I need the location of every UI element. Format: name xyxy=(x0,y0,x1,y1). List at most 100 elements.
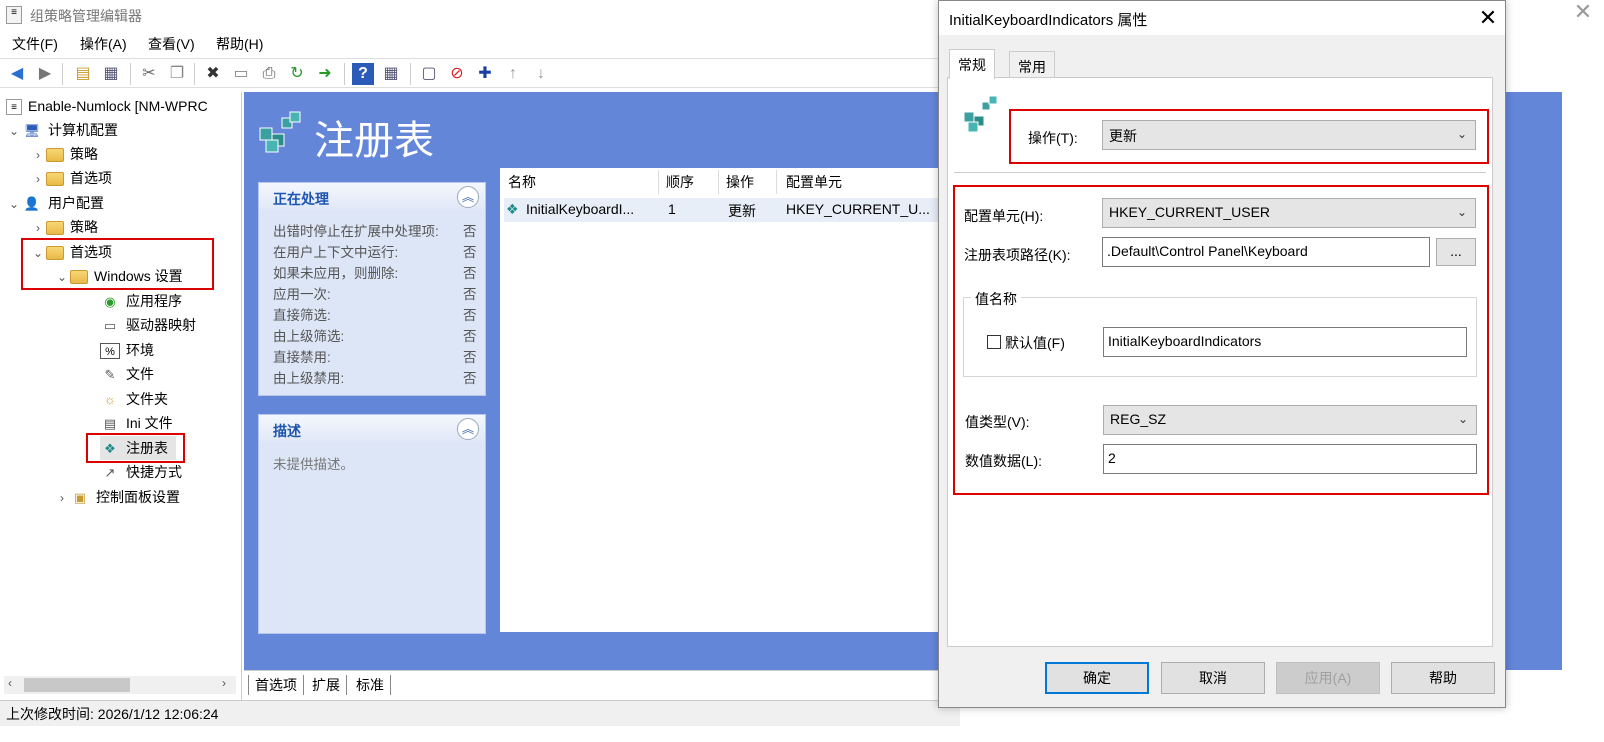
column-order[interactable]: 顺序 xyxy=(666,172,694,192)
tree-user-policy[interactable]: › 策略 xyxy=(30,215,98,239)
cancel-button[interactable]: 取消 xyxy=(1161,662,1265,694)
processing-label: 如果未应用，则删除: xyxy=(273,266,399,281)
menu-file[interactable]: 文件(F) xyxy=(12,34,58,54)
processing-value: 否 xyxy=(463,329,477,344)
tree-root[interactable]: ≡ Enable-Numlock [NM-WPRC xyxy=(6,94,208,118)
chevron-down-icon[interactable]: ⌄ xyxy=(6,192,22,216)
chevron-right-icon[interactable]: › xyxy=(30,143,46,167)
refresh-icon[interactable]: ↻ xyxy=(286,63,308,85)
navigation-tree: ≡ Enable-Numlock [NM-WPRC ⌄ 🖥 计算机配置 › 策略 › 首选… xyxy=(0,92,242,712)
row-action: 更新 xyxy=(728,203,756,219)
chevron-right-icon[interactable]: › xyxy=(54,486,70,510)
column-name[interactable]: 名称 xyxy=(508,172,536,192)
scroll-right-icon[interactable]: › xyxy=(222,676,226,690)
export-icon[interactable]: ➜ xyxy=(314,63,336,85)
menu-view[interactable]: 查看(V) xyxy=(148,34,195,54)
delete-icon[interactable]: ✖ xyxy=(202,63,224,85)
tree-item-ini-files[interactable]: ▤ Ini 文件 xyxy=(100,411,173,435)
chevron-down-icon[interactable]: ⌄ xyxy=(6,119,22,143)
tree-computer-config[interactable]: ⌄ 🖥 计算机配置 xyxy=(6,118,118,142)
tree-computer-prefs[interactable]: › 首选项 xyxy=(30,166,112,190)
processing-label: 出错时停止在扩展中处理项: xyxy=(273,224,439,239)
folder-gear-icon: ☼ xyxy=(104,392,116,408)
gpo-icon: ≡ xyxy=(6,99,22,116)
tree-label: Ini 文件 xyxy=(126,415,173,431)
back-icon[interactable]: ◀ xyxy=(6,63,28,85)
tab-common[interactable]: 常用 xyxy=(1009,51,1055,79)
scroll-left-icon[interactable]: ‹ xyxy=(8,676,12,690)
tab-preferences[interactable]: 首选项 xyxy=(248,675,304,695)
tree-label: 用户配置 xyxy=(48,195,104,211)
folder-icon xyxy=(46,221,64,236)
processing-value: 否 xyxy=(463,266,477,281)
status-bar: 上次修改时间: 2026/1/12 12:06:24 xyxy=(0,700,960,726)
menu-action[interactable]: 操作(A) xyxy=(80,34,127,54)
help-icon[interactable]: ? xyxy=(352,63,374,85)
help-button[interactable]: 帮助 xyxy=(1391,662,1495,694)
move-down-icon[interactable]: ↓ xyxy=(530,63,552,85)
forward-icon[interactable]: ▶ xyxy=(34,63,56,85)
dialog-close-icon[interactable]: ✕ xyxy=(1473,3,1503,33)
tree-item-environment[interactable]: % 环境 xyxy=(100,338,154,362)
tree-item-files[interactable]: ✎ 文件 xyxy=(100,362,154,386)
add-icon[interactable]: ✚ xyxy=(474,63,496,85)
tab-general[interactable]: 常规 xyxy=(949,49,995,79)
collapse-icon[interactable]: ︽ xyxy=(457,186,479,208)
bottom-tabs: 首选项 扩展 标准 xyxy=(244,670,944,698)
ini-file-icon: ▤ xyxy=(103,416,117,432)
processing-value: 否 xyxy=(463,224,477,239)
tree-user-config[interactable]: ⌄ 👤 用户配置 xyxy=(6,191,104,215)
tree-item-folders[interactable]: ☼ 文件夹 xyxy=(100,387,168,411)
highlight-box xyxy=(86,433,185,463)
tree-root-label: Enable-Numlock [NM-WPRC xyxy=(28,98,208,114)
properties-icon[interactable]: ▭ xyxy=(230,63,252,85)
scrollbar-thumb[interactable] xyxy=(24,678,130,692)
user-icon: 👤 xyxy=(23,196,41,212)
copy-icon[interactable]: ❐ xyxy=(166,63,188,85)
apply-button[interactable]: 应用(A) xyxy=(1276,662,1380,694)
up-folder-icon[interactable]: ▤ xyxy=(72,63,94,85)
tree-label: 快捷方式 xyxy=(126,464,182,480)
view-icon[interactable]: ▦ xyxy=(380,63,402,85)
highlight-box xyxy=(21,238,214,290)
application-icon: ◉ xyxy=(104,294,116,310)
page-title: 注册表 xyxy=(314,119,434,163)
show-tree-icon[interactable]: ▦ xyxy=(100,63,122,85)
stop-icon[interactable]: ⊘ xyxy=(446,63,468,85)
computer-icon: 🖥 xyxy=(23,123,41,139)
menu-help[interactable]: 帮助(H) xyxy=(216,34,263,54)
print-icon[interactable]: ⎙ xyxy=(258,63,280,85)
ok-button[interactable]: 确定 xyxy=(1045,662,1149,694)
processing-header: 正在处理 xyxy=(259,183,485,211)
column-hive[interactable]: 配置单元 xyxy=(786,172,842,192)
item-list: 名称 顺序 操作 配置单元 xyxy=(500,168,940,632)
chevron-right-icon[interactable]: › xyxy=(30,167,46,191)
tab-standard[interactable]: 标准 xyxy=(350,675,391,695)
tree-item-shortcuts[interactable]: ↗ 快捷方式 xyxy=(100,460,182,484)
processing-value: 否 xyxy=(463,245,477,260)
registry-large-icon xyxy=(256,110,304,154)
tree-item-applications[interactable]: ◉ 应用程序 xyxy=(100,289,182,313)
processing-value: 否 xyxy=(463,371,477,386)
column-action[interactable]: 操作 xyxy=(726,172,754,192)
tree-item-drive-maps[interactable]: ▭ 驱动器映射 xyxy=(100,313,196,337)
properties-dialog: InitialKeyboardIndicators 属性 ✕ 常规 常用 操作(… xyxy=(938,0,1506,708)
tree-control-panel[interactable]: › ▣ 控制面板设置 xyxy=(54,485,180,509)
tab-extended[interactable]: 扩展 xyxy=(306,675,347,695)
tree-label: 计算机配置 xyxy=(48,122,118,138)
shortcut-icon: ↗ xyxy=(104,465,116,481)
move-up-icon[interactable]: ↑ xyxy=(502,63,524,85)
tree-computer-policy[interactable]: › 策略 xyxy=(30,142,98,166)
table-row[interactable]: ❖ InitialKeyboardI... 1 更新 HKEY_CURRENT_… xyxy=(504,198,940,222)
processing-label: 应用一次: xyxy=(273,287,331,302)
tree-label: 策略 xyxy=(70,146,98,162)
toolbar: ◀ ▶ ▤ ▦ ✂ ❐ ✖ ▭ ⎙ ↻ ➜ ? ▦ ▢ ⊘ ✚ ↑ ↓ xyxy=(0,58,960,88)
new-item-icon[interactable]: ▢ xyxy=(418,63,440,85)
collapse-icon[interactable]: ︽ xyxy=(457,418,479,440)
chevron-right-icon[interactable]: › xyxy=(30,216,46,240)
close-icon[interactable]: ✕ xyxy=(1562,0,1604,26)
cut-icon[interactable]: ✂ xyxy=(138,63,160,85)
environment-icon: % xyxy=(100,343,120,360)
tree-label: 文件夹 xyxy=(126,391,168,407)
app-title: 组策略管理编辑器 xyxy=(30,8,142,24)
